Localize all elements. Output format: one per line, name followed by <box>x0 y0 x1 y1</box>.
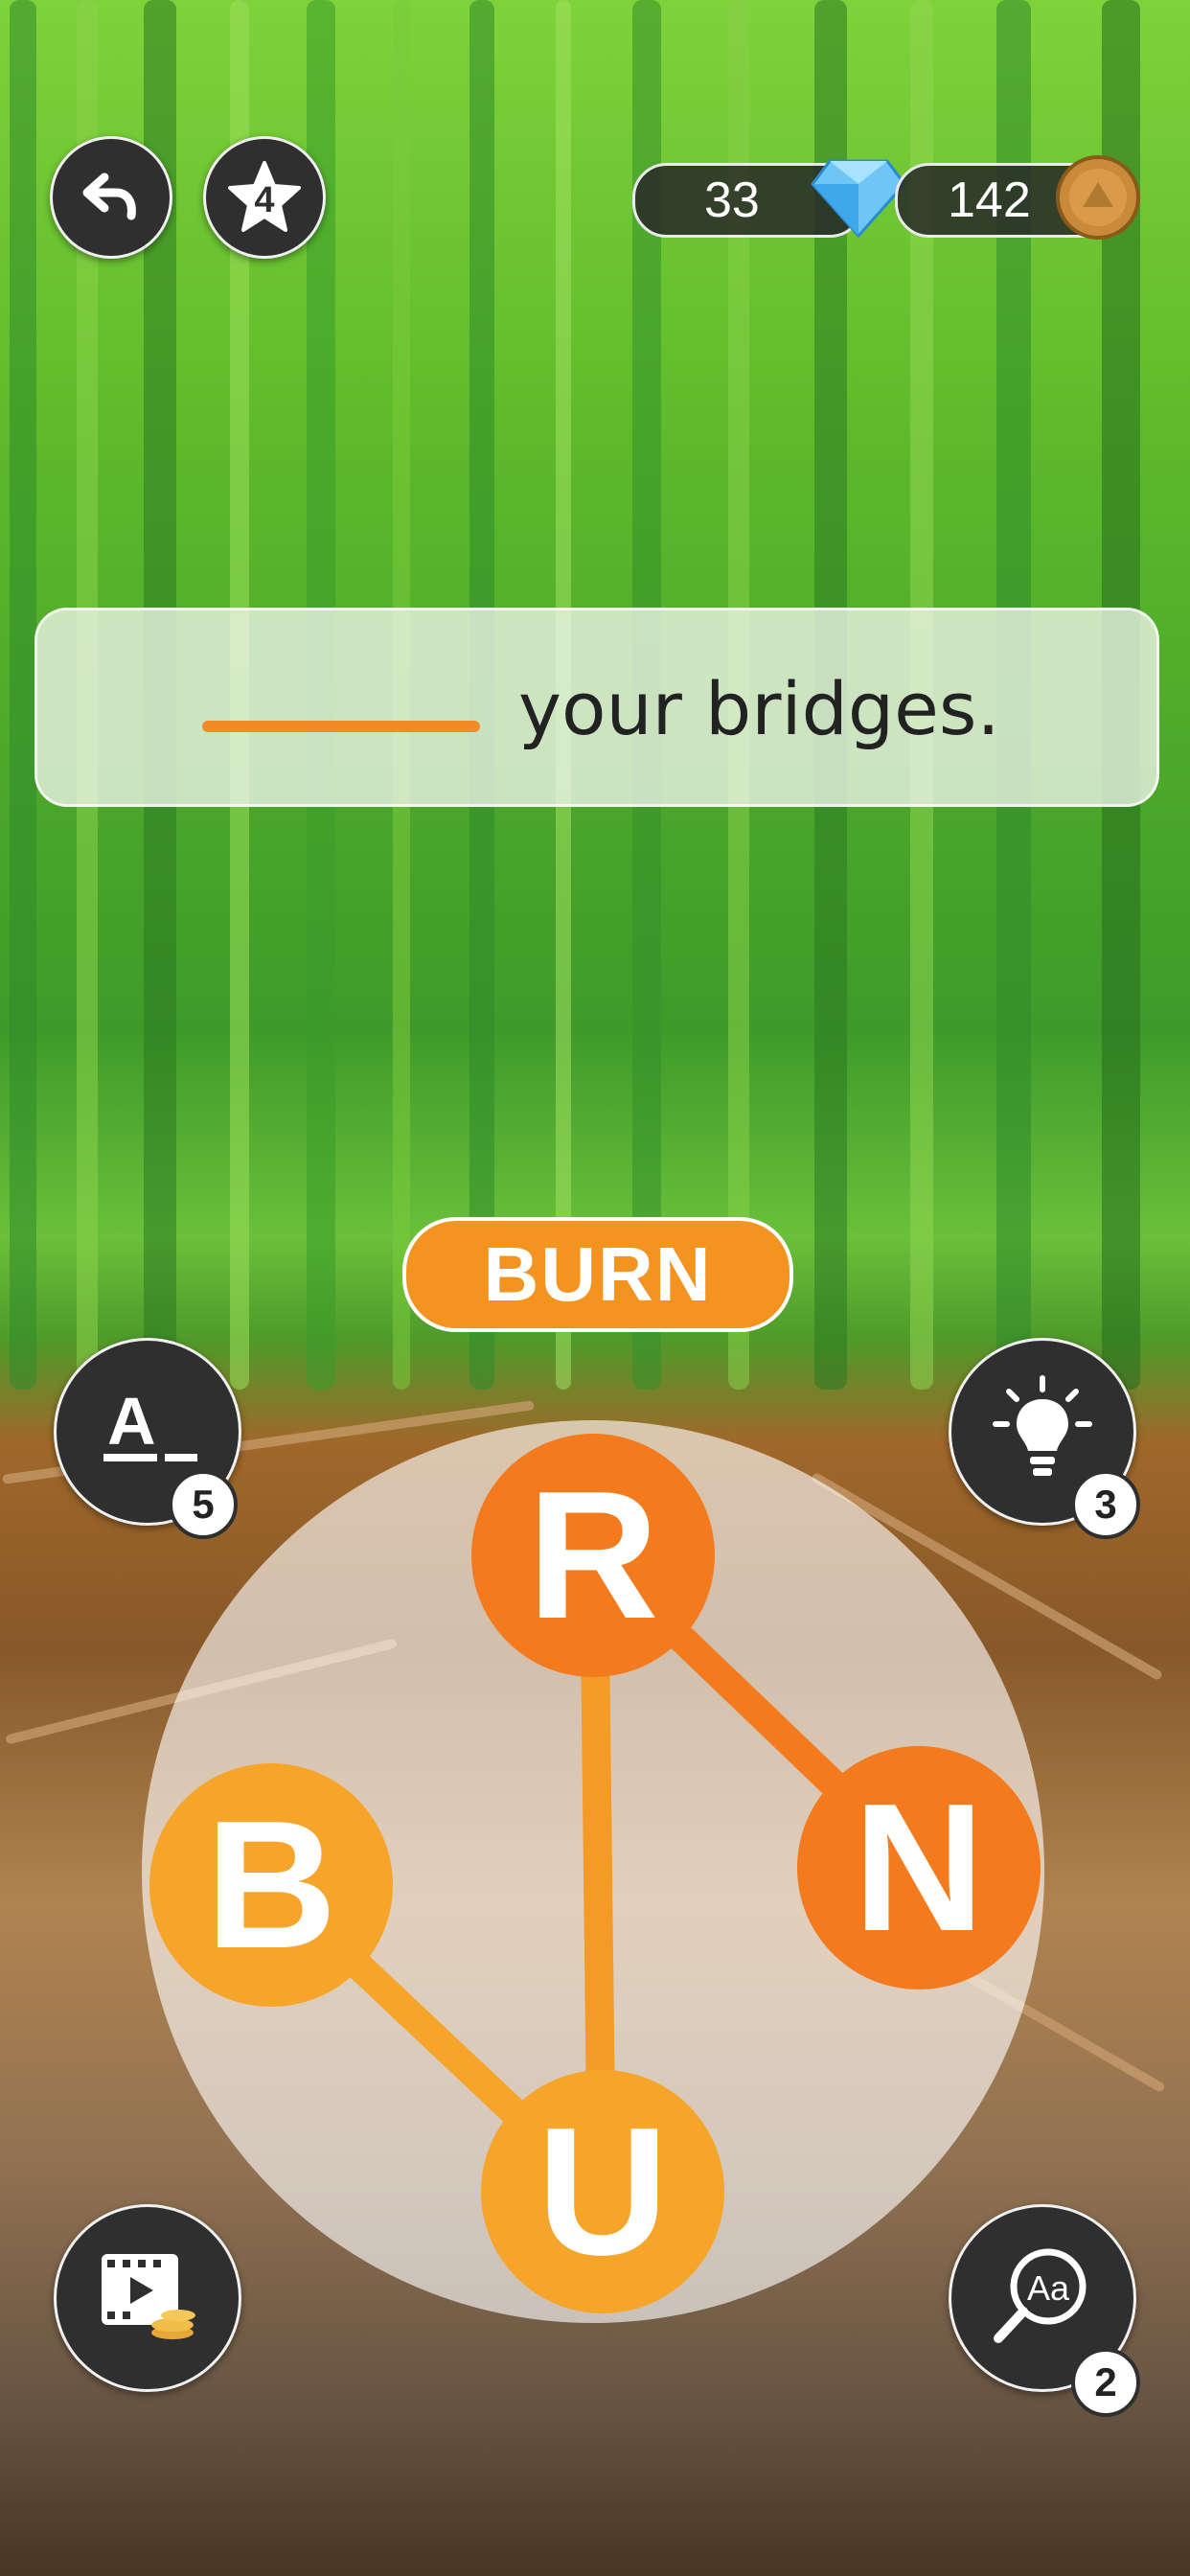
letter-tile-n[interactable]: N <box>797 1746 1041 1990</box>
letter-tile-r[interactable]: R <box>471 1434 715 1677</box>
letter-tile-b[interactable]: B <box>149 1763 393 2007</box>
letter-tile-u[interactable]: U <box>481 2070 724 2313</box>
